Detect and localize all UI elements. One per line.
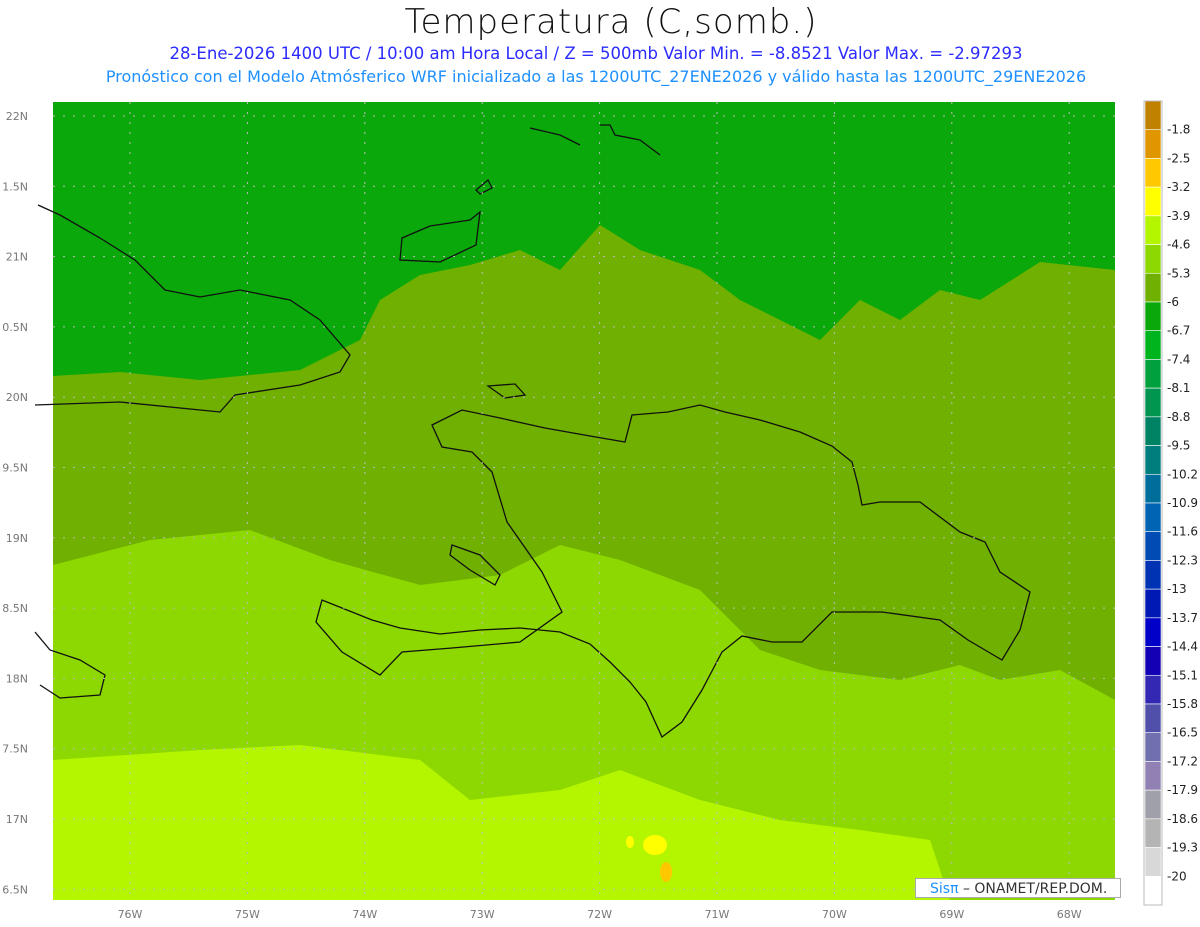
colorbar-swatch <box>1144 674 1162 705</box>
colorbar-label: -10.2 <box>1167 467 1198 481</box>
sispi-logo-text: Sisπ <box>930 881 959 897</box>
lon-tick-label: 72W <box>587 908 612 921</box>
colorbar-label: -6 <box>1167 295 1179 309</box>
lat-tick-label: 19N <box>6 532 28 545</box>
colorbar-swatch <box>1144 215 1162 245</box>
colorbar-label: -17.2 <box>1167 754 1198 768</box>
colorbar-swatch <box>1144 502 1162 533</box>
lon-tick-label: 76W <box>118 908 143 921</box>
colorbar-label: -15.1 <box>1167 668 1198 682</box>
lat-tick-label: 17N <box>6 813 28 826</box>
lon-tick-label: 68W <box>1057 908 1082 921</box>
lat-tick-label: 18N <box>6 672 28 685</box>
colorbar-swatch <box>1144 761 1162 791</box>
colorbar-swatch <box>1144 100 1162 131</box>
lat-tick-label: 6.5N <box>2 883 28 896</box>
colorbar-swatch <box>1144 272 1162 303</box>
field-blob-minus3-9 <box>643 835 667 855</box>
colorbar-swatch <box>1144 416 1162 446</box>
colorbar-label: -20 <box>1167 869 1187 883</box>
lon-tick-label: 71W <box>705 908 730 921</box>
colorbar-swatch <box>1144 186 1162 217</box>
colorbar-swatch <box>1144 445 1162 475</box>
colorbar-swatch <box>1144 875 1162 906</box>
colorbar-swatch <box>1144 387 1162 418</box>
colorbar-swatch <box>1144 732 1162 762</box>
colorbar-swatch <box>1144 129 1162 159</box>
lon-tick-label: 75W <box>235 908 260 921</box>
colorbar: -1.8 -2.5 -3.2 -3.9 -4.6 -5.3 -6 -6.7 -7.4 -8.1 -8… <box>1143 100 1198 906</box>
colorbar-label: -3.9 <box>1167 209 1190 223</box>
colorbar-label: -18.6 <box>1167 812 1198 826</box>
lon-tick-label: 69W <box>939 908 964 921</box>
logo-text: – ONAMET/REP.DOM. <box>962 881 1108 897</box>
colorbar-label: -13.7 <box>1167 611 1198 625</box>
subtitle-date-values: 28-Ene-2026 1400 UTC / 10:00 am Hora Loc… <box>169 44 1023 63</box>
colorbar-swatch <box>1144 359 1162 389</box>
colorbar-label: -16.5 <box>1167 726 1198 740</box>
colorbar-label: -4.6 <box>1167 238 1190 252</box>
colorbar-swatch <box>1144 617 1162 647</box>
temperature-map: 76W 75W 74W 73W 72W 71W 70W 69W 68W 22N 1.5N 21N 0.5… <box>2 100 1198 921</box>
lat-tick-label: 8.5N <box>2 602 28 615</box>
chart-title: Temperatura (C,somb.) <box>404 2 818 42</box>
lon-tick-label: 74W <box>352 908 377 921</box>
colorbar-label: -9.5 <box>1167 439 1190 453</box>
colorbar-swatch <box>1144 158 1162 188</box>
colorbar-label: -8.8 <box>1167 410 1190 424</box>
colorbar-label: -17.9 <box>1167 783 1198 797</box>
colorbar-swatch <box>1144 560 1162 590</box>
lat-tick-label: 9.5N <box>2 462 28 475</box>
colorbar-label: -5.3 <box>1167 266 1190 280</box>
colorbar-label: -8.1 <box>1167 381 1190 395</box>
lat-tick-label: 20N <box>6 391 28 404</box>
colorbar-label: -10.9 <box>1167 496 1198 510</box>
colorbar-label: -15.8 <box>1167 697 1198 711</box>
colorbar-label: -2.5 <box>1167 151 1190 165</box>
lat-tick-label: 0.5N <box>2 321 28 334</box>
onamet-logo: Sisπ – ONAMET/REP.DOM. <box>915 878 1121 898</box>
subtitle-model-info: Pronóstico con el Modelo Atmósferico WRF… <box>105 67 1087 86</box>
colorbar-swatch <box>1144 818 1162 848</box>
lat-tick-label: 1.5N <box>2 180 28 193</box>
colorbar-swatch <box>1144 646 1162 676</box>
lat-tick-label: 21N <box>6 251 28 264</box>
lat-tick-label: 7.5N <box>2 743 28 756</box>
colorbar-label: -11.6 <box>1167 525 1198 539</box>
colorbar-label: -12.3 <box>1167 553 1198 567</box>
colorbar-label: -13 <box>1167 582 1187 596</box>
colorbar-label: -3.2 <box>1167 180 1190 194</box>
lat-tick-label: 22N <box>6 110 28 123</box>
colorbar-swatch <box>1144 330 1162 360</box>
map-field <box>53 102 1115 900</box>
colorbar-label: -6.7 <box>1167 324 1190 338</box>
colorbar-swatch <box>1144 703 1162 734</box>
colorbar-label: -7.4 <box>1167 352 1190 366</box>
colorbar-label: -1.8 <box>1167 123 1190 137</box>
colorbar-swatch <box>1144 588 1162 619</box>
colorbar-label: -14.4 <box>1167 640 1198 654</box>
colorbar-swatch <box>1144 301 1162 332</box>
colorbar-label: -19.3 <box>1167 841 1198 855</box>
field-blob-minus3-2 <box>660 862 672 882</box>
lon-tick-label: 70W <box>822 908 847 921</box>
lon-tick-label: 73W <box>470 908 495 921</box>
colorbar-swatch <box>1144 531 1162 561</box>
colorbar-swatch <box>1144 473 1162 504</box>
colorbar-swatch <box>1144 789 1162 820</box>
colorbar-swatch <box>1144 244 1162 274</box>
colorbar-swatch <box>1144 847 1162 877</box>
field-blob-minus3-9 <box>626 836 634 848</box>
